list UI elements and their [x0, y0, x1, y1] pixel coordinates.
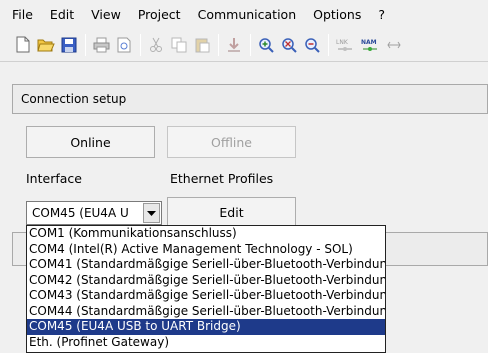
toolbar-separator	[140, 33, 141, 56]
new-icon[interactable]	[14, 36, 32, 54]
zoom-in-icon[interactable]	[257, 36, 275, 54]
menu-view[interactable]: View	[91, 7, 121, 22]
toolbar-separator	[250, 33, 251, 56]
menu-file[interactable]: File	[12, 7, 33, 22]
dropdown-option-com41[interactable]: COM41 (Standardmäßgige Seriell-über-Blue…	[27, 257, 385, 273]
dropdown-option-eth[interactable]: Eth. (Profinet Gateway)	[27, 335, 385, 351]
open-icon[interactable]	[37, 36, 55, 54]
toolbar-separator	[328, 33, 329, 56]
dropdown-option-com43[interactable]: COM43 (Standardmäßgige Seriell-über-Blue…	[27, 288, 385, 304]
cut-icon[interactable]	[147, 36, 165, 54]
network-icon[interactable]	[385, 36, 403, 54]
lnk-icon[interactable]: LNK	[335, 36, 355, 54]
zoom-out-icon[interactable]	[303, 36, 321, 54]
nam-icon-label: NAM	[361, 39, 377, 46]
print-preview-icon[interactable]	[115, 36, 133, 54]
interface-select-value: COM45 (EU4A U	[32, 206, 129, 220]
offline-button-label: Offline	[210, 134, 252, 150]
connection-setup-title: Connection setup	[21, 92, 127, 106]
dropdown-option-com44[interactable]: COM44 (Standardmäßgige Seriell-über-Blue…	[27, 304, 385, 320]
connection-setup-header[interactable]: Connection setup	[12, 84, 488, 114]
toolbar-separator	[85, 33, 86, 56]
menu-edit[interactable]: Edit	[50, 7, 74, 22]
paste-icon[interactable]	[193, 36, 211, 54]
interface-label: Interface	[26, 171, 82, 186]
lnk-icon-label: LNK	[336, 39, 349, 46]
toolbar: LNK NAM	[0, 28, 488, 62]
interface-dropdown-list[interactable]: COM1 (Kommunikationsanschluss) COM4 (Int…	[26, 225, 386, 353]
save-icon[interactable]	[60, 36, 78, 54]
copy-icon[interactable]	[170, 36, 188, 54]
dropdown-option-com45[interactable]: COM45 (EU4A USB to UART Bridge)	[27, 319, 385, 335]
menu-bar: File Edit View Project Communication Opt…	[0, 0, 488, 28]
toolbar-separator	[218, 33, 219, 56]
menu-options[interactable]: Options	[313, 7, 361, 22]
online-button-label: Online	[70, 134, 111, 150]
edit-button-label: Edit	[219, 204, 244, 220]
interface-select[interactable]: COM45 (EU4A U	[26, 201, 162, 225]
menu-help[interactable]: ?	[378, 7, 385, 22]
offline-button[interactable]: Offline	[167, 126, 296, 158]
dropdown-option-com42[interactable]: COM42 (Standardmäßgige Seriell-über-Blue…	[27, 273, 385, 289]
main-window: File Edit View Project Communication Opt…	[0, 0, 488, 353]
nam-icon[interactable]: NAM	[360, 36, 380, 54]
ethernet-profiles-label: Ethernet Profiles	[170, 171, 274, 186]
print-icon[interactable]	[92, 36, 110, 54]
chevron-down-icon[interactable]	[143, 203, 160, 223]
zoom-reset-icon[interactable]	[280, 36, 298, 54]
menu-communication[interactable]: Communication	[198, 7, 297, 22]
dropdown-option-com4[interactable]: COM4 (Intel(R) Active Management Technol…	[27, 242, 385, 258]
online-button[interactable]: Online	[26, 126, 155, 158]
transfer-icon[interactable]	[225, 36, 243, 54]
edit-profiles-button[interactable]: Edit	[167, 197, 296, 227]
menu-project[interactable]: Project	[138, 7, 181, 22]
dropdown-option-com1[interactable]: COM1 (Kommunikationsanschluss)	[27, 226, 385, 242]
